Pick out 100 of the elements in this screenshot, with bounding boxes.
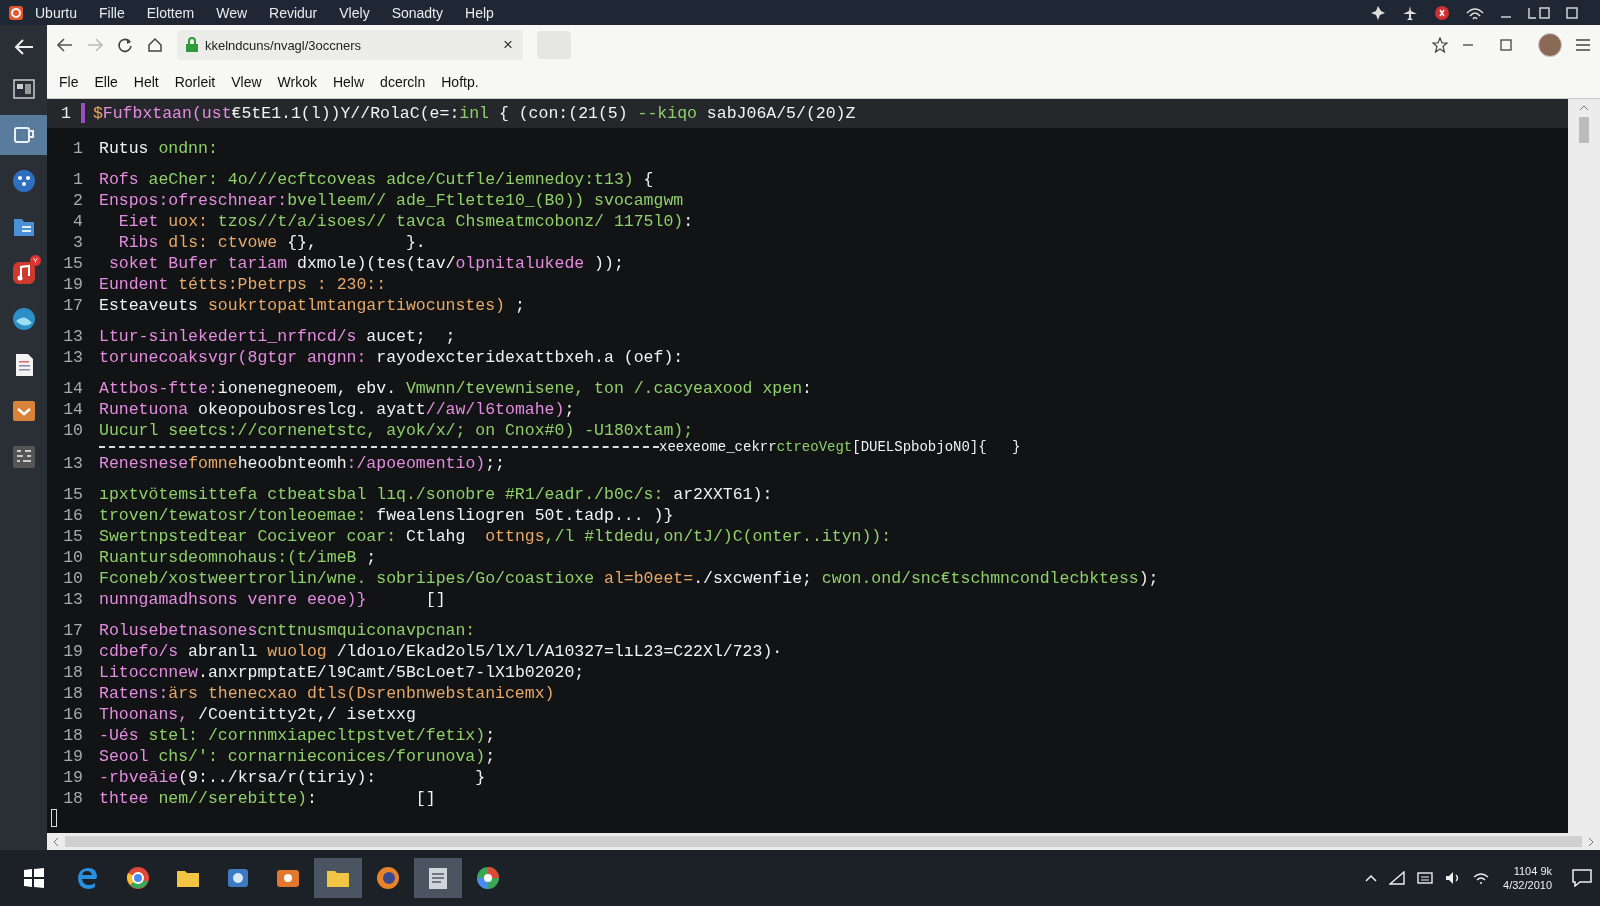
vertical-scrollbar[interactable]: [1568, 99, 1600, 833]
menu-item[interactable]: Helw: [324, 73, 373, 90]
browser-circle-icon[interactable]: [126, 866, 150, 890]
code-text: soket Bufer tariam dxmole)(tes(tav/olpnitalukede ));: [107, 253, 624, 273]
line-number: 15: [62, 484, 83, 504]
menu-item[interactable]: Elottem: [135, 4, 206, 21]
code-text: xeexeome_cekrrctreoVegt[DUELSpbobjoN0]{ }: [659, 440, 1021, 453]
line-number: 18: [62, 788, 83, 808]
line-number: 14: [62, 399, 83, 419]
menu-item[interactable]: Revidur: [258, 4, 329, 21]
menu-item[interactable]: Rorleit: [166, 73, 224, 90]
menu-item[interactable]: Wew: [205, 4, 259, 21]
line-number: 18: [62, 725, 83, 745]
code-text: Runetuona okeopoubosreslcg. ayatt//aw/l6tomahe);: [99, 399, 575, 419]
menu-item[interactable]: Uburtu: [24, 4, 89, 21]
menu-item[interactable]: Vlely: [328, 4, 381, 21]
notification-badge: Y: [30, 255, 41, 266]
text-cursor: [51, 808, 57, 827]
line-number: 19: [62, 274, 83, 294]
line-number: 17: [62, 620, 83, 640]
line-number: 3: [72, 232, 83, 252]
menu-icon[interactable]: [1576, 39, 1590, 51]
menu-item[interactable]: Elle: [86, 73, 126, 90]
line-number: 19: [62, 641, 83, 661]
scroll-right-icon[interactable]: [1588, 836, 1594, 847]
scroll-left-icon[interactable]: [53, 836, 59, 847]
line-number: 1: [72, 169, 83, 189]
menu-item[interactable]: Sonadty: [380, 4, 454, 21]
line-number: 13: [62, 326, 83, 346]
line-number: 1: [72, 138, 83, 158]
restore-icon[interactable]: [1528, 6, 1550, 19]
close-button[interactable]: ×: [501, 35, 515, 55]
scroll-thumb[interactable]: [1579, 117, 1589, 143]
lock-icon: [185, 37, 199, 53]
avatar[interactable]: [1538, 33, 1562, 57]
line-number: 15: [62, 526, 83, 546]
line-number: 16: [62, 704, 83, 724]
windows-logo-icon[interactable]: [23, 867, 45, 889]
code-text: Ltur-sinlekederti_nrfncd/s aucet; ;: [99, 326, 456, 346]
code-text: Rutus ondnn:: [99, 138, 218, 158]
line-number: 13: [62, 589, 83, 609]
menu-item[interactable]: Hoftp.: [433, 73, 487, 90]
back-icon[interactable]: [57, 38, 73, 52]
home-icon[interactable]: [147, 37, 163, 53]
menu-item[interactable]: Fille: [88, 4, 136, 21]
scroll-up-icon[interactable]: [1579, 105, 1589, 111]
line-number: 19: [62, 767, 83, 787]
menu-item[interactable]: dcercln: [372, 73, 434, 90]
star-icon[interactable]: [1432, 37, 1448, 53]
clock-date[interactable]: 4/32/2010: [1503, 878, 1552, 892]
line-number: 10: [62, 568, 83, 588]
menu-item[interactable]: Wrkok: [269, 73, 325, 90]
line-number: 14: [62, 378, 83, 398]
menu-item[interactable]: Vlew: [223, 73, 270, 90]
browser-e-icon[interactable]: [76, 866, 100, 890]
notification-icon[interactable]: [1572, 869, 1592, 887]
dots-icon[interactable]: [11, 169, 36, 193]
maximize-icon[interactable]: [1500, 39, 1512, 51]
code-text: Eundent tétts:Pbetrps : 230::: [99, 274, 387, 294]
code-text: -Ués stel: /cornnmxiapecltpstvet/fetix);: [99, 725, 496, 745]
panel-icon[interactable]: [11, 77, 36, 101]
keyboard-icon[interactable]: [1417, 871, 1434, 885]
globe-icon[interactable]: [11, 307, 36, 331]
colored-ball-icon[interactable]: [476, 866, 500, 890]
menu-item[interactable]: Fle: [51, 73, 87, 90]
code-text: Rolusebetnasonescnttnusmquiconavpcnan:: [99, 620, 476, 640]
music-note-icon[interactable]: [11, 261, 36, 285]
code-text: Litoccnnew.anxrpmptatE/l9Camt/5BcLoet7-lX1b02020;: [99, 662, 585, 682]
reload-icon[interactable]: [117, 37, 133, 53]
pinwheel-icon[interactable]: [1370, 4, 1386, 21]
line-number: 10: [62, 420, 83, 440]
horizontal-scrollbar[interactable]: [47, 833, 1600, 850]
address-bar[interactable]: kkelndcuns/nvagl/3occners ×: [177, 30, 523, 60]
scroll-thumb[interactable]: [65, 836, 1582, 847]
line-number: 19: [62, 746, 83, 766]
wifi-icon[interactable]: [1473, 871, 1490, 885]
alert-icon[interactable]: [1434, 4, 1450, 21]
chevron-up-icon[interactable]: [1365, 874, 1378, 882]
download-box-icon[interactable]: [11, 399, 36, 423]
gutter-marker: [80, 103, 85, 124]
code-text: thtee nem//serebitte): []: [99, 788, 436, 808]
line-number: 13: [62, 453, 83, 473]
back-arrow-icon[interactable]: [13, 38, 34, 56]
notepad-icon[interactable]: [426, 866, 450, 890]
clock-time[interactable]: 1104 9k: [1503, 864, 1552, 878]
code-text: Ruantursdeomnohaus:(t/imeB ;: [99, 547, 377, 567]
code-text: cdbefo/s abranlı wuolog /ldoıo/Ekad2ol5/lX/l/A10327=lıL23=C22Xl/723)·: [99, 641, 783, 661]
code-text: Seool chs/': cornarnieconices/forunova);: [99, 746, 496, 766]
line-number: 18: [62, 662, 83, 682]
menu-item[interactable]: Help: [454, 4, 505, 21]
code-text: Uucurl seetcs://cornenetstc, ayok/x/; on Cnox#0) -U180xtam);: [99, 420, 694, 440]
grid-icon[interactable]: [11, 445, 36, 469]
app-logo-icon: [8, 4, 24, 21]
network-icon[interactable]: [1389, 871, 1406, 885]
code-text: Esteaveuts soukrtopatlmtangartiwocunstes) ;: [99, 295, 525, 315]
code-text: Ribs dls: ctvowe {}, }.: [117, 232, 426, 252]
line-number: 10: [62, 547, 83, 567]
line-number: 4: [72, 211, 83, 231]
menu-item[interactable]: Helt: [125, 73, 167, 90]
code-text: -rbveāie(9:../krsa/r(tiriy): }: [99, 767, 486, 787]
